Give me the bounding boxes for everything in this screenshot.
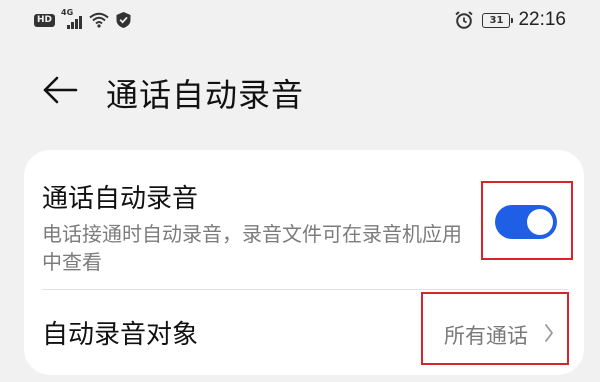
wifi-icon <box>89 12 109 28</box>
status-left: HD 4G <box>34 8 132 29</box>
status-time: 22:16 <box>518 9 566 30</box>
auto-record-description: 电话接通时自动录音，录音文件可在录音机应用中查看 <box>42 222 462 274</box>
arrow-left-icon <box>43 76 78 104</box>
alarm-icon <box>455 11 474 29</box>
target-highlight-box <box>421 292 569 365</box>
shield-icon <box>116 12 131 28</box>
status-right: 31 22:16 <box>454 9 566 31</box>
page-title: 通话自动录音 <box>106 76 305 114</box>
battery-icon: 31 <box>482 12 514 28</box>
signal-icon: 4G <box>61 8 83 29</box>
auto-record-title: 通话自动录音 <box>42 184 199 214</box>
battery-level: 31 <box>489 14 504 26</box>
back-button[interactable] <box>38 68 82 112</box>
auto-record-toggle[interactable] <box>495 205 557 239</box>
settings-card: 通话自动录音 电话接通时自动录音，录音文件可在录音机应用中查看 自动录音对象 所… <box>24 150 584 375</box>
status-bar: HD 4G 31 22:16 <box>0 0 600 42</box>
record-target-label: 自动录音对象 <box>42 320 199 350</box>
toggle-knob <box>527 209 553 235</box>
page-header: 通话自动录音 <box>0 58 600 120</box>
hd-icon: HD <box>34 13 56 27</box>
